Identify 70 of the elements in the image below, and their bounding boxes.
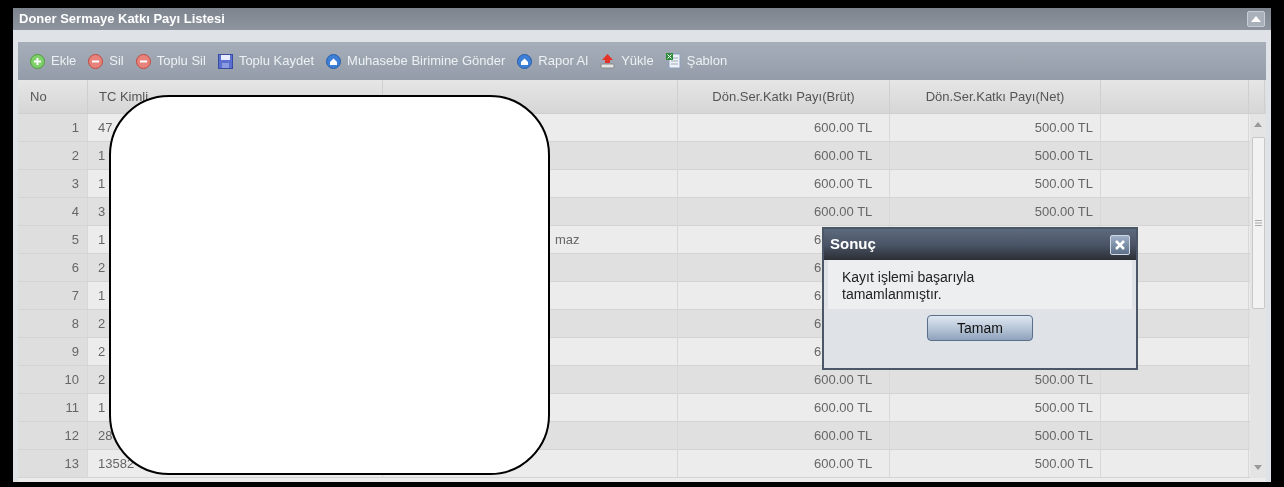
row-number: 3 (71, 174, 79, 193)
row-number: 1 (71, 118, 79, 137)
table-cell-text: 600.00 TL (814, 398, 873, 417)
row-number: 13 (64, 454, 79, 473)
table-cell-text: 1 (98, 398, 106, 417)
table-cell-text: 600.00 TL (814, 118, 873, 137)
upload-icon (600, 53, 616, 69)
minus-icon (88, 53, 104, 69)
table-cell-text: 600.00 TL (814, 146, 873, 165)
table-cell-text: 500.00 TL (1034, 398, 1093, 417)
table-cell-text: 6 (814, 286, 822, 305)
column-header[interactable]: Dön.Ser.Katkı Payı(Net) (925, 87, 1065, 107)
table-cell-text: 2 (98, 370, 106, 389)
table-cell-text: 13582 (98, 454, 135, 473)
plus-icon (30, 53, 45, 69)
table-cell-text: 600.00 TL (814, 202, 873, 221)
grip-icon (1254, 220, 1262, 226)
spreadsheet-icon (665, 53, 681, 69)
scroll-up-icon[interactable] (1254, 122, 1262, 127)
table-cell-text: 6 (814, 314, 822, 333)
table-cell-text: 1 (98, 286, 106, 305)
row-number: 2 (71, 146, 79, 165)
table-cell-text: 1 (98, 174, 106, 193)
table-cell-text: 600.00 TL (814, 454, 873, 473)
table-cell-text: 500.00 TL (1034, 370, 1093, 389)
table-cell-text: 47 (98, 118, 113, 137)
table-cell-text: 3 (98, 202, 106, 221)
row-number: 12 (64, 426, 79, 445)
row-number: 9 (71, 342, 79, 361)
table-cell-text: 6 (814, 230, 822, 249)
row-number: 10 (64, 370, 79, 389)
table-cell-text: 1 (98, 230, 106, 249)
table-cell-text: 500.00 TL (1034, 202, 1093, 221)
column-header[interactable]: No (30, 87, 47, 107)
scroll-down-icon[interactable] (1254, 465, 1262, 470)
dialog-message: Kayıt işlemi başarıyla tamamlanmıştır. (842, 269, 976, 303)
row-number: 7 (71, 286, 79, 305)
ok-button[interactable]: Tamam (927, 315, 1033, 341)
table-cell-text: 500.00 TL (1034, 118, 1093, 137)
table-cell-text: 600.00 TL (814, 174, 873, 193)
table-cell-text: 600.00 TL (814, 370, 873, 389)
table-cell-text: 2 (98, 314, 106, 333)
row-number: 5 (71, 230, 79, 249)
table-cell-text: 28 (98, 426, 113, 445)
table-cell-text: 500.00 TL (1034, 174, 1093, 193)
row-number: 11 (65, 398, 79, 417)
close-icon (1115, 239, 1125, 250)
close-button[interactable] (1110, 234, 1130, 255)
table-cell-text: 2 (98, 342, 106, 361)
window-title: Doner Sermaye Katkı Payı Listesi (19, 11, 225, 27)
table-cell-text: 1 (98, 146, 106, 165)
table-cell-text: maz (555, 230, 580, 249)
minus-icon (135, 53, 151, 69)
up-arrow-icon (1251, 16, 1261, 22)
dialog-title: Sonuç (830, 234, 876, 255)
scrollbar[interactable] (1250, 114, 1266, 478)
row-number: 6 (71, 258, 79, 277)
table-cell-text: 2 (98, 258, 106, 277)
table-cell-text: 500.00 TL (1034, 454, 1093, 473)
scroll-thumb[interactable] (1251, 137, 1265, 309)
collapse-button[interactable] (1247, 11, 1265, 27)
table-cell-text: 6 (814, 258, 822, 277)
table-cell-text: 500.00 TL (1034, 426, 1093, 445)
row-number: 4 (71, 202, 79, 221)
column-header[interactable]: Dön.Ser.Katkı Payı(Brüt) (712, 87, 855, 107)
table-cell-text: 500.00 TL (1034, 146, 1093, 165)
row-number: 8 (71, 314, 79, 333)
table-cell-text: 6 (814, 342, 822, 361)
save-icon (217, 53, 233, 69)
table-cell-text: 600.00 TL (814, 426, 873, 445)
